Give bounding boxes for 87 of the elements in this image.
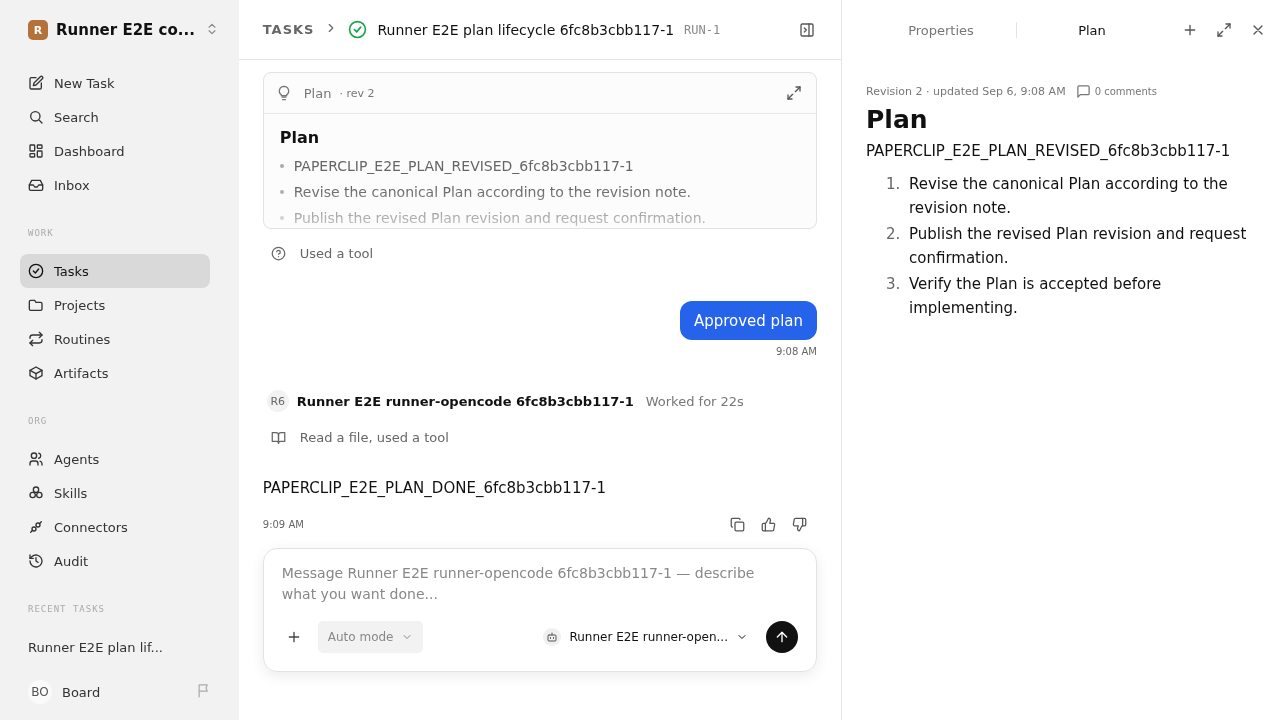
section-label: WORK xyxy=(27,228,55,238)
thumbs-down-button[interactable] xyxy=(790,515,809,534)
expand-icon xyxy=(786,85,802,101)
step-number: 1. xyxy=(886,174,902,195)
comments-link[interactable]: 0 comments xyxy=(1075,84,1157,99)
plan-title: Plan xyxy=(866,105,929,134)
edit-icon xyxy=(28,75,44,91)
tool-note[interactable]: Used a tool xyxy=(299,245,374,261)
thumbs-down-icon xyxy=(792,517,807,532)
sidebar-item[interactable]: Connectors xyxy=(20,510,210,544)
expand-icon[interactable] xyxy=(784,83,804,103)
work-duration: Worked for 22s xyxy=(645,393,744,409)
revision-label: · rev 2 xyxy=(339,86,375,100)
user-name[interactable]: Board xyxy=(62,684,186,700)
arrow-up-icon xyxy=(774,629,790,645)
box-icon xyxy=(28,365,44,381)
breadcrumb-link[interactable]: TASKS xyxy=(262,22,315,37)
revision-info: Revision 2 · updated Sep 6, 9:08 AM xyxy=(866,85,1066,98)
plug-icon xyxy=(28,519,44,535)
book-icon xyxy=(270,429,286,445)
sidebar-item[interactable]: Projects xyxy=(20,288,210,322)
sidebar-item[interactable]: Search xyxy=(20,100,210,134)
user-message: Approved plan xyxy=(679,301,817,340)
inbox-icon xyxy=(28,177,44,193)
section-label: ORG xyxy=(27,416,49,426)
users-icon xyxy=(28,451,44,467)
folder-icon xyxy=(28,297,44,313)
bullet-icon xyxy=(279,164,284,168)
step-text: Revise the canonical Plan according to the revision note. xyxy=(909,174,1229,219)
comment-icon xyxy=(1075,84,1091,99)
card-label: Plan xyxy=(303,85,332,101)
plan-item: Publish the revised Plan revision and request confirmation. xyxy=(293,210,706,226)
agent-avatar: R6 xyxy=(266,390,289,412)
step-text: Publish the revised Plan revision and request confirmation. xyxy=(909,224,1248,269)
plan-item: PAPERCLIP_E2E_PLAN_REVISED_6fc8b3cbb117-1 xyxy=(293,158,634,174)
plan-code: PAPERCLIP_E2E_PLAN_REVISED_6fc8b3cbb117-1 xyxy=(866,142,1232,160)
sidebar-item[interactable]: Artifacts xyxy=(20,356,210,390)
sidebar-item[interactable]: Dashboard xyxy=(20,134,210,168)
user-avatar: BO xyxy=(28,680,52,704)
agent-dropdown[interactable]: Runner E2E runner-open... xyxy=(537,627,754,647)
agent-reply: PAPERCLIP_E2E_PLAN_DONE_6fc8b3cbb117-1 xyxy=(262,479,607,497)
help-circle-icon xyxy=(270,245,286,261)
step-number: 2. xyxy=(886,224,902,245)
dashboard-icon xyxy=(28,143,44,159)
copy-button[interactable] xyxy=(728,515,747,534)
message-time: 9:08 AM xyxy=(775,346,817,357)
history-icon xyxy=(28,553,44,569)
sidebar-item[interactable]: Routines xyxy=(20,322,210,356)
thumbs-up-icon xyxy=(761,517,776,532)
check-circle-icon xyxy=(28,263,44,279)
recent-task[interactable]: Runner E2E plan lif... xyxy=(20,640,219,655)
activity-note[interactable]: Read a file, used a tool xyxy=(299,429,449,445)
task-id: RUN-1 xyxy=(684,22,721,37)
message-time: 9:09 AM xyxy=(262,519,305,530)
flag-icon xyxy=(195,683,211,698)
step-number: 3. xyxy=(886,274,902,295)
expand-icon xyxy=(1216,22,1232,38)
sidebar-icon xyxy=(799,21,815,38)
check-circle-icon xyxy=(348,20,368,39)
card-heading: Plan xyxy=(279,128,321,147)
sidebar-item[interactable]: Inbox xyxy=(20,168,210,202)
section-label: RECENT TASKS xyxy=(27,604,107,614)
copy-icon xyxy=(730,517,745,532)
sidebar-item[interactable]: Skills xyxy=(20,476,210,510)
sidebar-item[interactable]: New Task xyxy=(20,66,210,100)
plan-item: Revise the canonical Plan according to the revision note. xyxy=(293,184,692,200)
step-text: Verify the Plan is accepted before implementing. xyxy=(909,274,1163,319)
bot-icon xyxy=(546,631,559,643)
search-icon xyxy=(28,109,44,125)
message-composer[interactable]: Message Runner E2E runner-opencode 6fc8b3cbb117-1 — describe what you want done... Auto mode Runner E2E runner-open... xyxy=(262,548,817,672)
bullet-icon xyxy=(279,190,284,194)
thumbs-up-button[interactable] xyxy=(759,515,778,534)
task-title: Runner E2E plan lifecycle 6fc8b3cbb117-1 xyxy=(377,21,675,38)
shapes-icon xyxy=(28,485,44,501)
plus-icon xyxy=(1182,22,1198,38)
sidebar-item[interactable]: Audit xyxy=(20,544,210,578)
panel-tab[interactable]: Properties xyxy=(866,21,1016,39)
sidebar-item[interactable]: Agents xyxy=(20,442,210,476)
maximize-button[interactable] xyxy=(1214,20,1234,40)
panel-tab[interactable]: Plan xyxy=(1017,21,1167,39)
workspace-logo: R xyxy=(28,20,48,40)
sidebar-item[interactable]: Tasks xyxy=(20,254,210,288)
bullet-icon xyxy=(279,216,284,220)
repeat-icon xyxy=(28,331,44,347)
agent-name: Runner E2E runner-opencode 6fc8b3cbb117-1 xyxy=(296,393,634,409)
workspace-name[interactable]: Runner E2E co... xyxy=(56,21,197,39)
send-button[interactable] xyxy=(766,621,798,653)
